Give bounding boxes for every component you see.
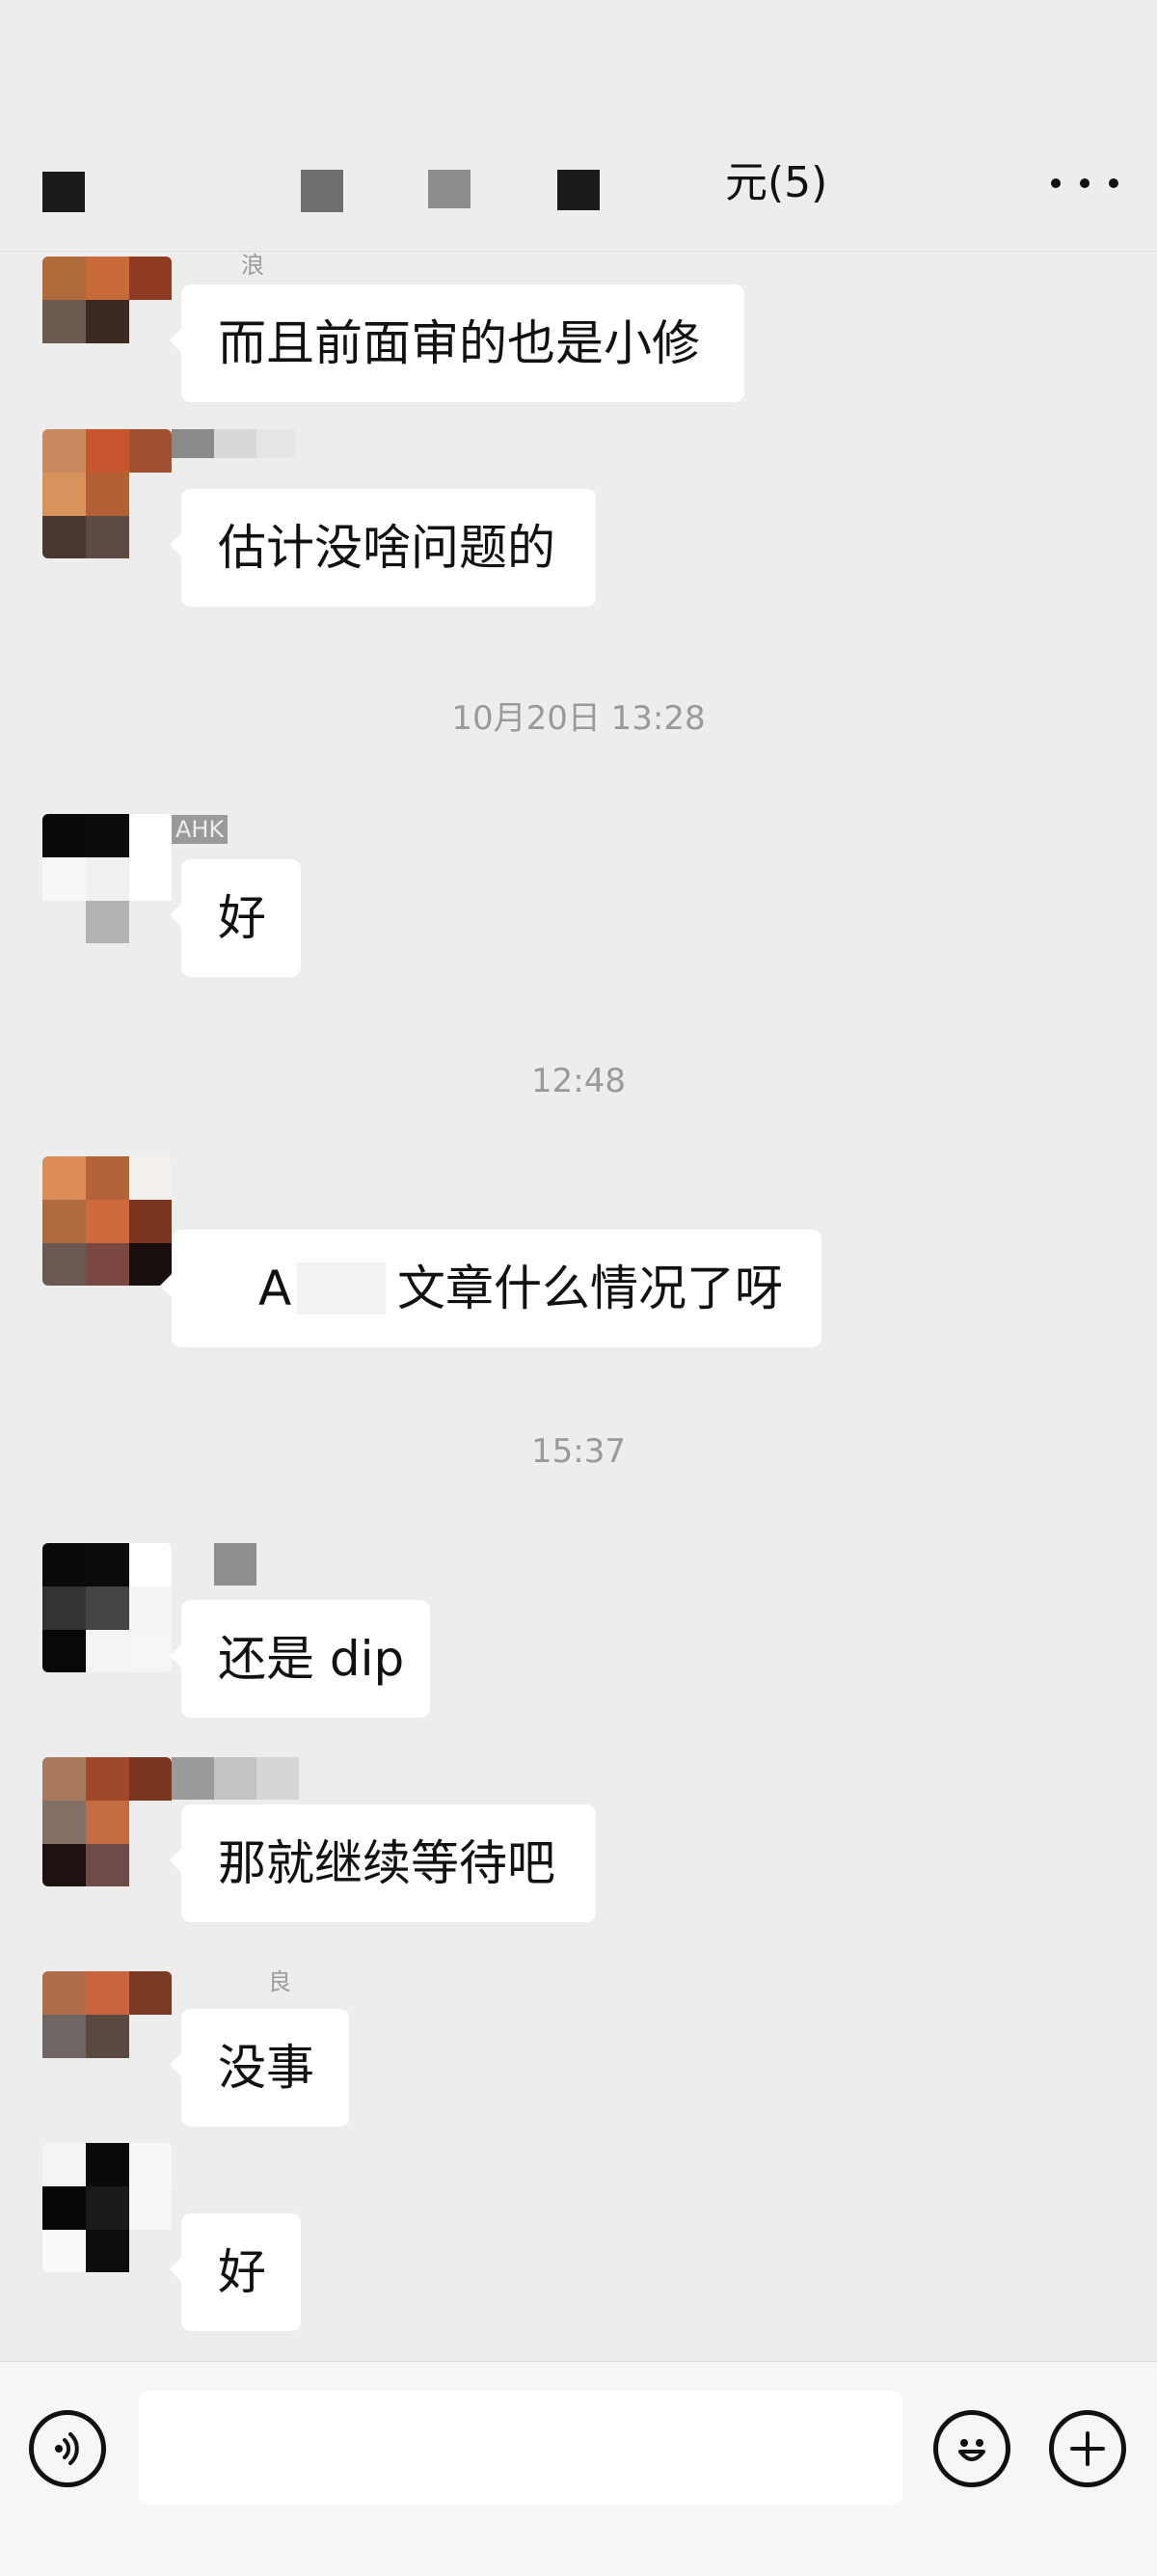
- avatar[interactable]: [42, 1971, 172, 2101]
- more-dots-icon: [1109, 178, 1118, 188]
- avatar[interactable]: [42, 814, 172, 943]
- avatar[interactable]: [42, 1156, 172, 1286]
- sender-name: AHK: [172, 815, 229, 844]
- message-text: 文章什么情况了呀: [397, 1261, 783, 1316]
- message-list[interactable]: 浪 而且前面审的也是小修 估计没啥问题的 10月20日 13:28 AHK 好 …: [0, 252, 1157, 2360]
- sender-name-redacted: [172, 1757, 299, 1800]
- avatar[interactable]: [42, 257, 172, 386]
- more-dots-icon: [1080, 178, 1090, 188]
- input-bar: [0, 2361, 1157, 2576]
- sender-name-redacted: [172, 429, 295, 458]
- avatar[interactable]: [42, 429, 172, 558]
- message-text-prefix: A: [258, 1261, 292, 1316]
- message-bubble[interactable]: A 文章什么情况了呀: [160, 1230, 821, 1347]
- emoji-icon: [958, 2439, 985, 2461]
- avatar[interactable]: [42, 2143, 172, 2272]
- sender-name: 良: [268, 1968, 291, 1995]
- message-timestamp: 10月20日 13:28: [451, 699, 706, 738]
- chat-title[interactable]: 元(5): [0, 154, 1157, 212]
- voice-icon: [55, 2432, 79, 2465]
- message-text: 估计没啥问题的: [218, 520, 555, 576]
- message-bubble[interactable]: 那就继续等待吧: [170, 1804, 596, 1922]
- redacted-text-block: [297, 1262, 386, 1315]
- avatar[interactable]: [42, 1543, 172, 1672]
- avatar[interactable]: [42, 1757, 172, 1886]
- message-text: 好: [218, 2244, 266, 2300]
- message-bubble[interactable]: 好: [170, 2213, 301, 2331]
- message-input[interactable]: [139, 2391, 902, 2505]
- sender-name: 浪: [241, 252, 264, 279]
- message-text: 好: [218, 890, 266, 946]
- voice-button[interactable]: [29, 2410, 106, 2487]
- more-dots-icon: [1051, 178, 1061, 188]
- sender-name-redacted: [214, 1543, 256, 1586]
- message-bubble[interactable]: 没事: [170, 2009, 349, 2127]
- plus-button[interactable]: [1049, 2410, 1126, 2487]
- plus-icon: [1070, 2431, 1105, 2466]
- message-timestamp: 15:37: [531, 1432, 626, 1471]
- chat-header: 元(5): [0, 0, 1157, 252]
- message-bubble[interactable]: 而且前面审的也是小修: [170, 285, 744, 402]
- message-timestamp: 12:48: [531, 1062, 626, 1100]
- message-text: 没事: [218, 2040, 314, 2096]
- message-text: 还是 dip: [218, 1631, 405, 1687]
- message-bubble[interactable]: 好: [170, 859, 301, 977]
- chat-title-text: 元(5): [725, 158, 828, 207]
- more-options-button[interactable]: [1051, 159, 1118, 207]
- message-text: 而且前面审的也是小修: [218, 315, 700, 371]
- message-bubble[interactable]: 还是 dip: [170, 1600, 430, 1718]
- message-text: 那就继续等待吧: [218, 1835, 555, 1891]
- message-bubble[interactable]: 估计没啥问题的: [170, 489, 596, 607]
- emoji-button[interactable]: [933, 2410, 1010, 2487]
